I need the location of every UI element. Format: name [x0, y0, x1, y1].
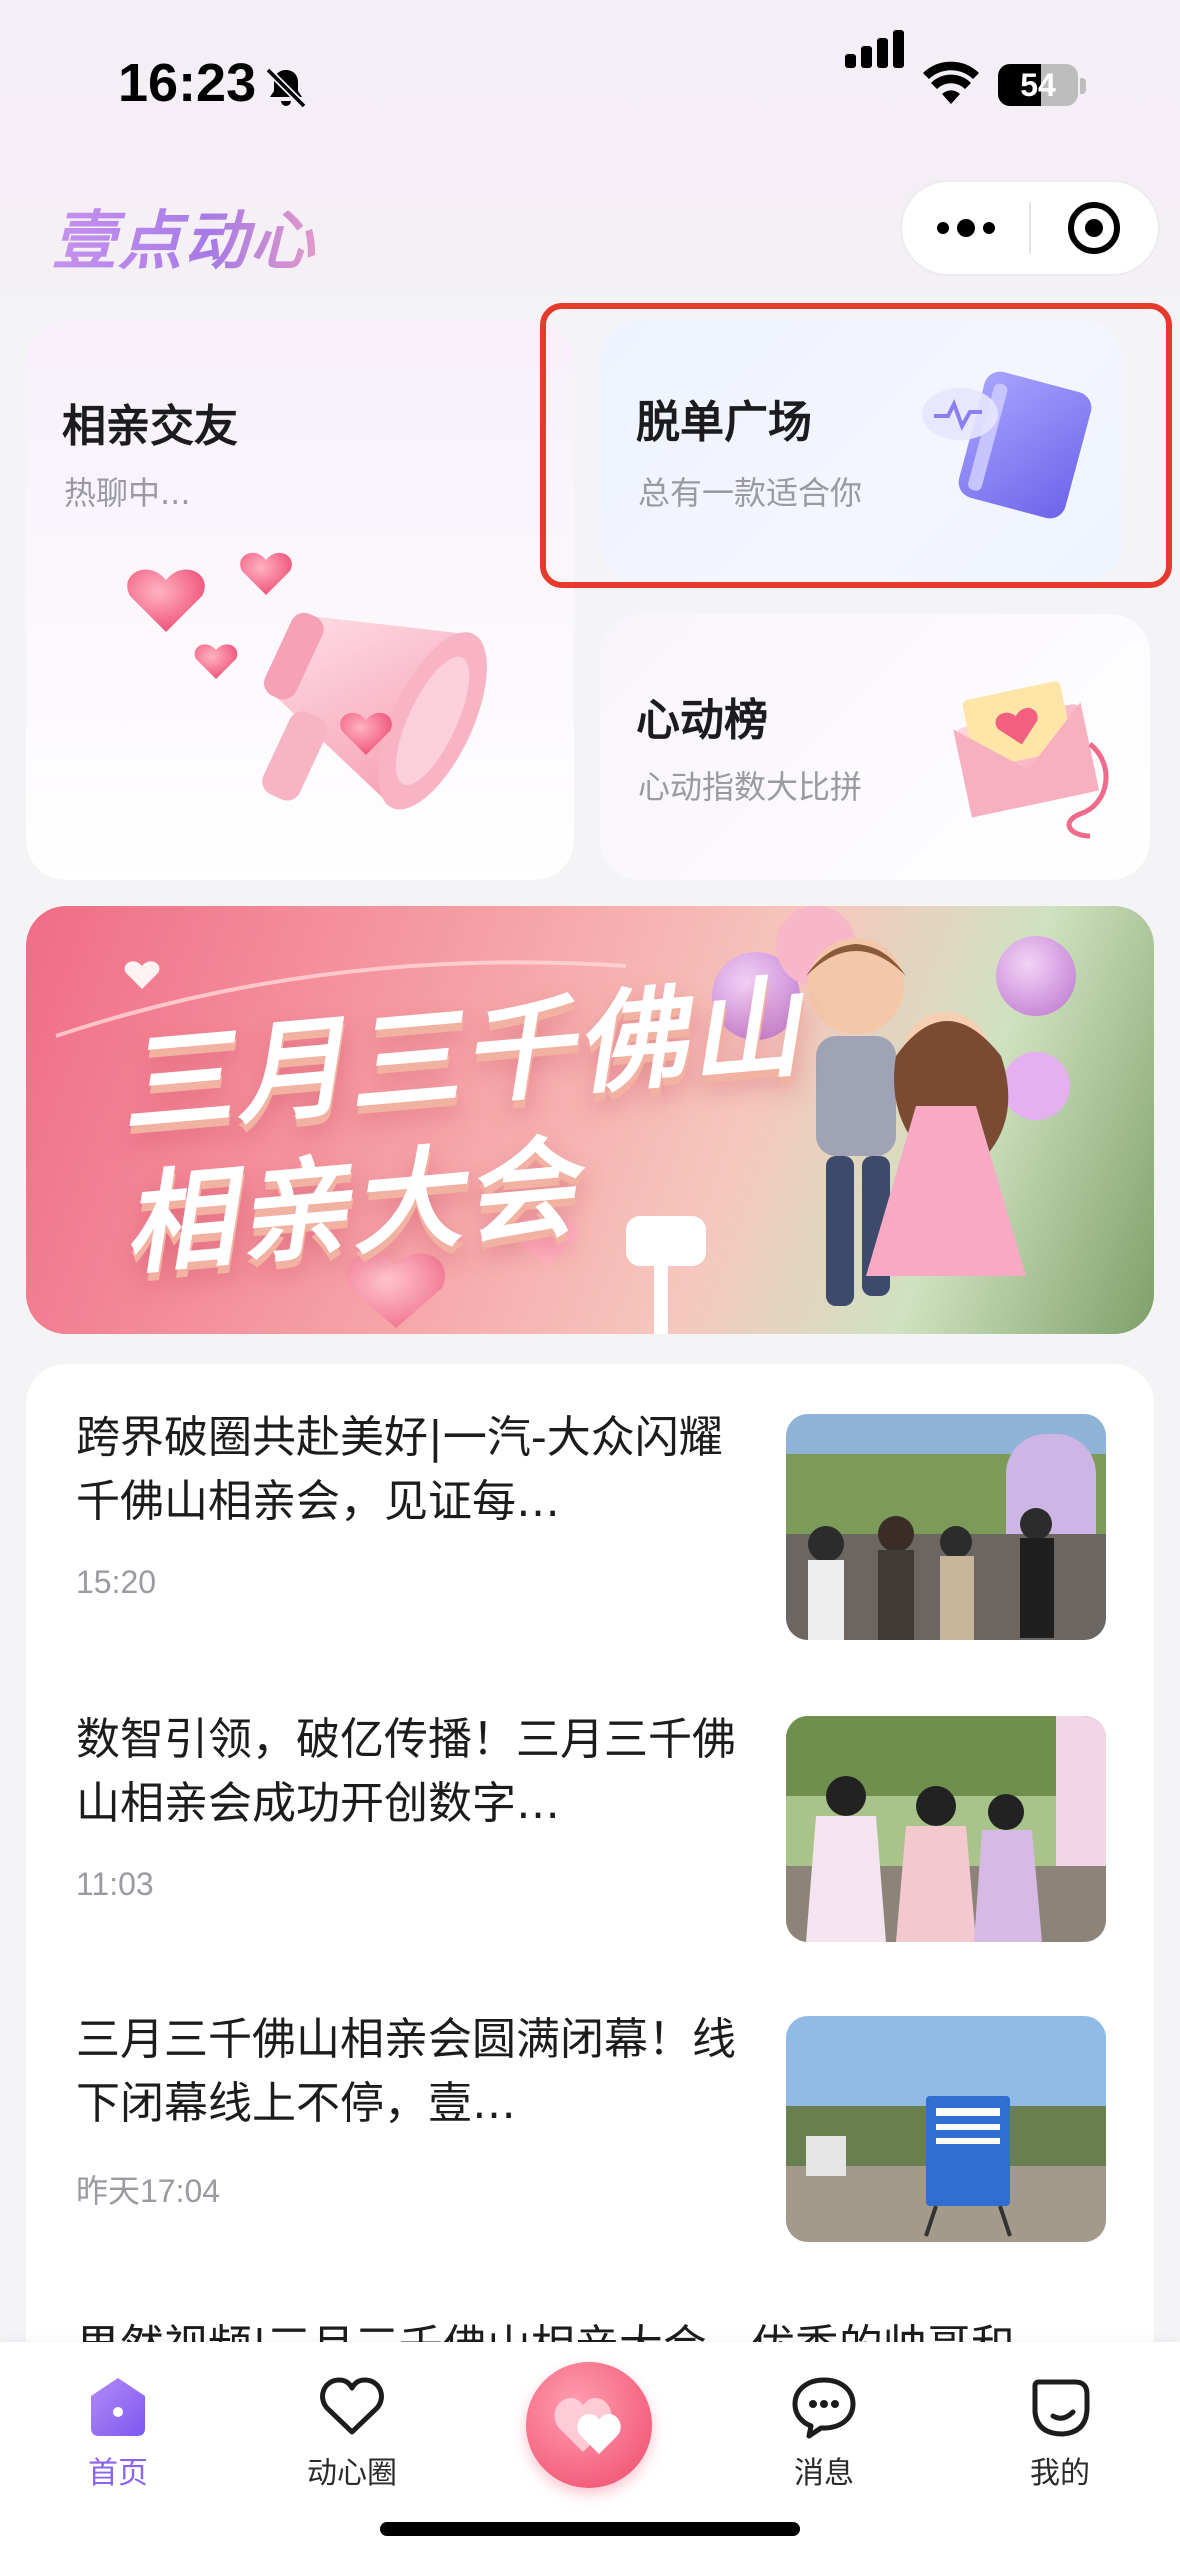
- heart-icon: [320, 2377, 384, 2435]
- megaphone-hearts-icon: [127, 552, 487, 810]
- dating-card-subtitle: 热聊中...: [64, 474, 191, 512]
- news-item[interactable]: 数智引领，破亿传播！三月三千佛山相亲会成功开创数字… 11:03: [26, 1666, 1154, 1966]
- home-indicator: [380, 2522, 800, 2536]
- more-button[interactable]: [902, 182, 1029, 274]
- tab-heart-circle[interactable]: 动心圈: [262, 2372, 442, 2492]
- dating-card-title: 相亲交友: [62, 401, 238, 452]
- tab-profile-label: 我的: [1030, 2456, 1090, 2491]
- profile-icon: [1032, 2379, 1090, 2437]
- news-time: 11:03: [76, 1866, 154, 1902]
- news-time: 昨天17:04: [76, 2173, 221, 2209]
- tab-profile[interactable]: 我的: [970, 2372, 1150, 2492]
- banner-title: 三月三千佛山 相亲大会: [115, 957, 821, 1296]
- news-thumbnail: [786, 1414, 1106, 1640]
- news-title: 数智引领，破亿传播！三月三千佛山相亲会成功开创数字…: [76, 1714, 736, 1829]
- double-heart-icon: [554, 2398, 621, 2454]
- bell-muted-icon: [265, 67, 307, 109]
- tab-heart-circle-label: 动心圈: [307, 2456, 397, 2491]
- message-icon: [792, 2377, 856, 2439]
- close-mini-program-button[interactable]: [1031, 182, 1158, 274]
- news-title: 三月三千佛山相亲会圆满闭幕！线下闭幕线上不停，壹…: [76, 2014, 736, 2129]
- news-item[interactable]: 三月三千佛山相亲会圆满闭幕！线下闭幕线上不停，壹… 昨天17:04: [26, 1966, 1154, 2266]
- news-item[interactable]: 跨界破圈共赴美好|一汽-大众闪耀千佛山相亲会，见证每… 15:20: [26, 1364, 1154, 1664]
- home-icon: [91, 2378, 145, 2436]
- news-list: 跨界破圈共赴美好|一汽-大众闪耀千佛山相亲会，见证每… 15:20 数智引领，破…: [26, 1364, 1154, 2364]
- ranking-card-title: 心动榜: [636, 695, 768, 746]
- mini-program-capsule: [900, 180, 1160, 276]
- battery-icon: 54: [998, 64, 1078, 106]
- love-letter-icon: [953, 681, 1109, 839]
- dating-card[interactable]: 相亲交友 热聊中...: [26, 320, 574, 880]
- target-icon: [1068, 202, 1121, 254]
- news-thumbnail: [786, 2016, 1106, 2242]
- app-logo: 壹点动心: [52, 190, 316, 282]
- battery-level: 54: [1020, 67, 1056, 103]
- battery-tip: [1080, 78, 1086, 94]
- tab-messages-label: 消息: [794, 2456, 854, 2491]
- news-time: 15:20: [76, 1564, 157, 1600]
- tab-home-label: 首页: [88, 2456, 148, 2491]
- news-title: 跨界破圈共赴美好|一汽-大众闪耀千佛山相亲会，见证每…: [76, 1412, 723, 1527]
- event-banner[interactable]: 三月三千佛山 相亲大会: [26, 906, 1154, 1334]
- center-action-button[interactable]: [526, 2362, 652, 2488]
- heart-ranking-card[interactable]: 心动榜 心动指数大比拼: [600, 614, 1150, 880]
- status-time: 16:23: [118, 53, 257, 113]
- news-thumbnail: [786, 1716, 1106, 1942]
- more-dots-icon: [936, 219, 995, 237]
- highlight-annotation: [540, 303, 1172, 588]
- ranking-card-subtitle: 心动指数大比拼: [638, 768, 863, 806]
- wifi-icon: [923, 61, 979, 104]
- tab-messages[interactable]: 消息: [734, 2372, 914, 2492]
- tab-home[interactable]: 首页: [28, 2372, 208, 2492]
